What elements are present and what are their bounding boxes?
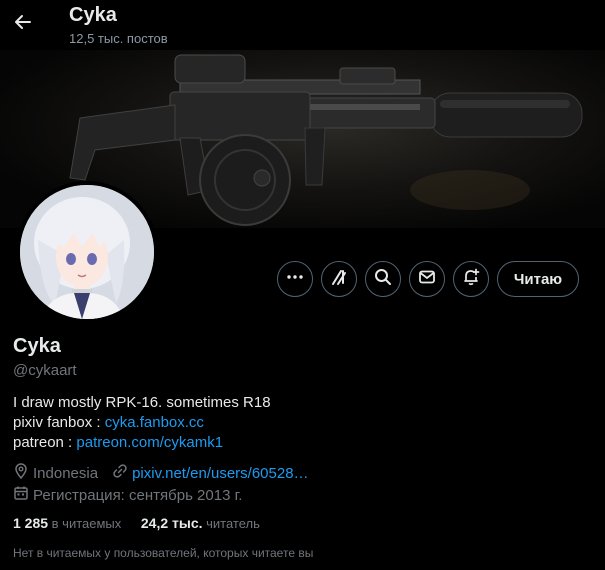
bio-line: I draw mostly RPK-16. sometimes R18 bbox=[13, 394, 271, 411]
profile-handle: @cykaart bbox=[13, 362, 77, 379]
bio-fanbox-label: pixiv fanbox : bbox=[13, 414, 105, 431]
profile-actions: Читаю bbox=[0, 261, 605, 297]
profile-meta-row: Indonesia pixiv.net/en/users/60528… bbox=[13, 463, 309, 483]
followers-stat[interactable]: 24,2 тыс. читатель bbox=[141, 515, 260, 531]
following-count: 1 285 bbox=[13, 515, 49, 531]
arrow-left-icon bbox=[13, 12, 33, 37]
profile-name: Cyka bbox=[13, 335, 61, 357]
bell-plus-icon bbox=[462, 268, 480, 291]
following-stat[interactable]: 1 285 в читаемых bbox=[13, 515, 121, 531]
more-icon bbox=[286, 268, 304, 291]
following-label: в читаемых bbox=[48, 516, 122, 531]
followers-label: читатель bbox=[202, 516, 260, 531]
bio-patreon-row: patreon : patreon.com/cykamk1 bbox=[13, 433, 271, 453]
envelope-icon bbox=[418, 268, 436, 291]
calendar-icon bbox=[13, 485, 33, 505]
following-button[interactable]: Читаю bbox=[497, 261, 579, 297]
bio-patreon-label: patreon : bbox=[13, 434, 77, 451]
back-button[interactable] bbox=[6, 7, 40, 41]
more-button[interactable] bbox=[277, 261, 313, 297]
avatar[interactable] bbox=[16, 181, 158, 323]
profile-joined-row: Регистрация: сентябрь 2013 г. bbox=[13, 485, 242, 505]
bio-fanbox-row: pixiv fanbox : cyka.fanbox.cc bbox=[13, 413, 271, 433]
notifications-button[interactable] bbox=[453, 261, 489, 297]
profile-stats: 1 285 в читаемых 24,2 тыс. читатель bbox=[13, 515, 276, 531]
followers-count: 24,2 тыс. bbox=[140, 515, 203, 531]
profile-website-link[interactable]: pixiv.net/en/users/60528… bbox=[132, 465, 309, 482]
search-icon bbox=[374, 268, 392, 291]
top-bar: Cyka 12,5 тыс. постов bbox=[0, 0, 605, 50]
followers-you-know-note: Нет в читаемых у пользователей, которых … bbox=[13, 546, 314, 560]
location-icon bbox=[13, 463, 33, 483]
search-button[interactable] bbox=[365, 261, 401, 297]
profile-joined: Регистрация: сентябрь 2013 г. bbox=[33, 486, 243, 504]
avatar-image bbox=[20, 185, 154, 319]
grok-button[interactable] bbox=[321, 261, 357, 297]
message-button[interactable] bbox=[409, 261, 445, 297]
patreon-link[interactable]: patreon.com/cykamk1 bbox=[76, 434, 223, 451]
header-title: Cyka bbox=[69, 4, 117, 26]
grok-icon bbox=[330, 268, 348, 291]
fanbox-link[interactable]: cyka.fanbox.cc bbox=[105, 414, 204, 431]
profile-location: Indonesia bbox=[33, 464, 99, 482]
link-icon bbox=[112, 463, 132, 483]
posts-count: 12,5 тыс. постов bbox=[69, 31, 168, 46]
profile-bio: I draw mostly RPK-16. sometimes R18 pixi… bbox=[13, 393, 271, 453]
